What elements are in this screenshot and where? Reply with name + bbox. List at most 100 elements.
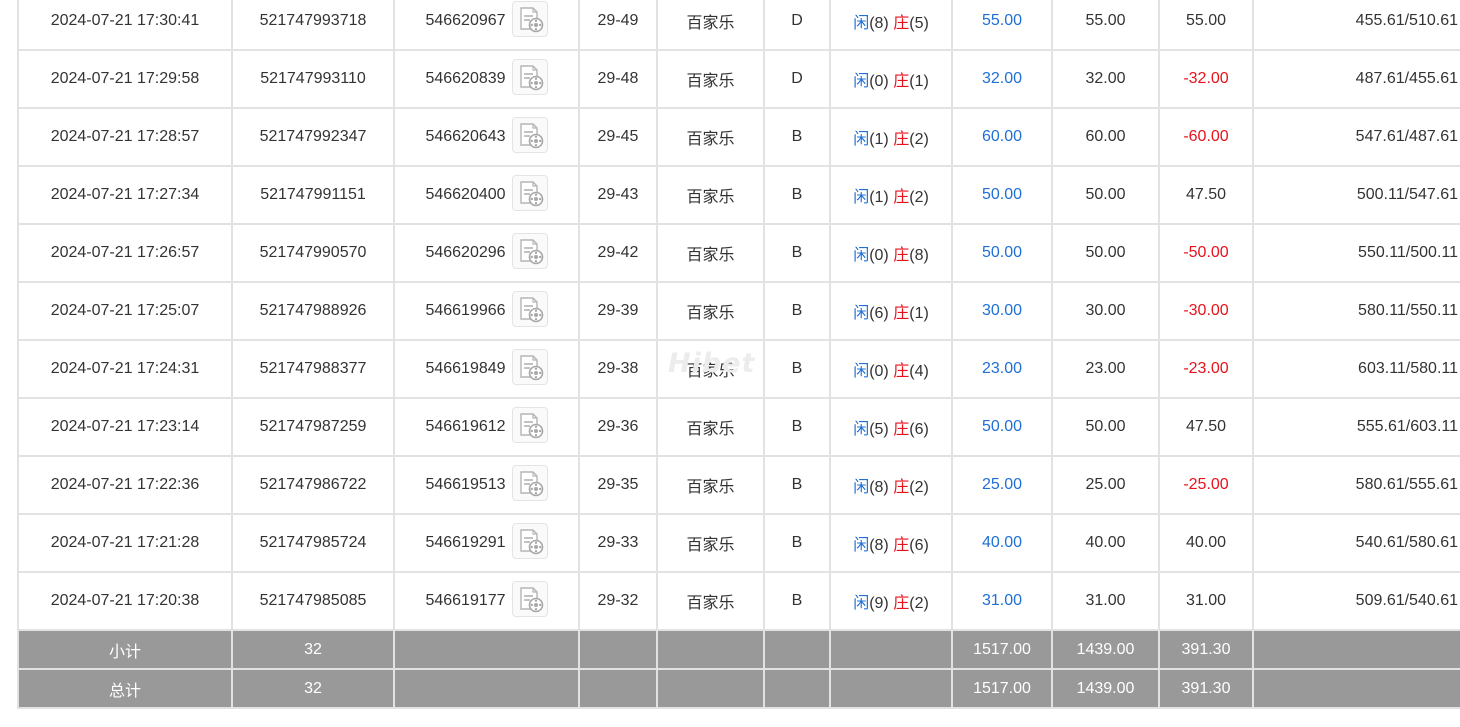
banker-label: 庄 <box>893 15 910 32</box>
bet-amount: 25.00 <box>951 455 1053 515</box>
game-name: 百家乐 <box>656 397 765 457</box>
summary-empty <box>1252 668 1460 709</box>
balance-change: 547.61/487.61 <box>1252 107 1460 167</box>
summary-label: 小计 <box>17 629 233 670</box>
replay-video-icon[interactable] <box>511 117 548 153</box>
banker-score: (6) <box>909 421 929 438</box>
bet-result: B <box>763 165 831 225</box>
replay-video-icon[interactable] <box>511 1 548 37</box>
bet-amount: 60.00 <box>951 107 1053 167</box>
player-label: 闲 <box>853 15 870 32</box>
balance-change: 555.61/603.11 <box>1252 397 1460 457</box>
shoe-number: 29-49 <box>578 0 658 51</box>
replay-video-icon[interactable] <box>511 465 548 501</box>
summary-body: 小计 32 1517.00 1439.00 391.30 总计 32 1517.00 1439.… <box>17 629 1460 709</box>
bet-result: B <box>763 281 831 341</box>
replay-video-icon[interactable] <box>511 59 548 95</box>
bet-time: 2024-07-21 17:29:58 <box>17 49 233 109</box>
player-score: (1) <box>869 189 889 206</box>
balance-change: 455.61/510.61 <box>1252 0 1460 51</box>
player-label: 闲 <box>853 189 870 206</box>
hand-result: 闲(9) 庄(2) <box>829 571 953 631</box>
player-score: (8) <box>869 15 889 32</box>
table-row: 2024-07-21 17:30:41 521747993718 546620967… <box>17 0 1460 51</box>
balance-change: 603.11/580.11 <box>1252 339 1460 399</box>
bet-id: 521747985724 <box>231 513 395 573</box>
round-id: 546619513 <box>425 476 506 494</box>
round-id-cell: 546620967 <box>393 0 580 51</box>
player-score: (9) <box>869 595 889 612</box>
valid-bet: 31.00 <box>1051 571 1160 631</box>
bet-result: B <box>763 513 831 573</box>
replay-video-icon[interactable] <box>511 233 548 269</box>
bet-time: 2024-07-21 17:22:36 <box>17 455 233 515</box>
bet-id: 521747993718 <box>231 0 395 51</box>
replay-video-icon[interactable] <box>511 349 548 385</box>
banker-score: (4) <box>909 363 929 380</box>
round-id: 546619177 <box>425 592 506 610</box>
table-row: 2024-07-21 17:20:38 521747985085 546619177… <box>17 571 1460 631</box>
game-name: 百家乐 <box>656 455 765 515</box>
shoe-number: 29-38 <box>578 339 658 399</box>
win-loss: 55.00 <box>1158 0 1254 51</box>
bet-result: B <box>763 223 831 283</box>
summary-empty <box>829 668 953 709</box>
game-name: 百家乐 <box>656 513 765 573</box>
shoe-number: 29-42 <box>578 223 658 283</box>
player-label: 闲 <box>853 595 870 612</box>
table-row: 2024-07-21 17:24:31 521747988377 546619849… <box>17 339 1460 399</box>
bet-amount: 32.00 <box>951 49 1053 109</box>
win-loss: 40.00 <box>1158 513 1254 573</box>
bet-records-body: 2024-07-21 17:30:41 521747993718 546620967… <box>17 0 1460 631</box>
summary-empty <box>763 668 831 709</box>
hand-result: 闲(8) 庄(2) <box>829 455 953 515</box>
hand-result: 闲(1) 庄(2) <box>829 165 953 225</box>
replay-video-icon[interactable] <box>511 175 548 211</box>
summary-bet-amount: 1517.00 <box>951 629 1053 670</box>
round-id: 546619849 <box>425 360 506 378</box>
bet-records-table: 2024-07-21 17:30:41 521747993718 546620967… <box>17 0 1460 709</box>
bet-result: B <box>763 339 831 399</box>
hand-result: 闲(0) 庄(1) <box>829 49 953 109</box>
hand-result: 闲(0) 庄(8) <box>829 223 953 283</box>
banker-label: 庄 <box>893 131 910 148</box>
summary-count: 32 <box>231 629 395 670</box>
valid-bet: 30.00 <box>1051 281 1160 341</box>
player-score: (6) <box>869 305 889 322</box>
balance-change: 509.61/540.61 <box>1252 571 1460 631</box>
summary-empty <box>393 668 580 709</box>
bet-result: D <box>763 0 831 51</box>
round-id-cell: 546619513 <box>393 455 580 515</box>
bet-amount: 23.00 <box>951 339 1053 399</box>
bet-result: B <box>763 397 831 457</box>
round-id: 546619966 <box>425 302 506 320</box>
bet-id: 521747990570 <box>231 223 395 283</box>
summary-win-loss: 391.30 <box>1158 668 1254 709</box>
summary-empty <box>393 629 580 670</box>
player-score: (1) <box>869 131 889 148</box>
bet-time: 2024-07-21 17:20:38 <box>17 571 233 631</box>
valid-bet: 50.00 <box>1051 223 1160 283</box>
player-label: 闲 <box>853 305 870 322</box>
replay-video-icon[interactable] <box>511 581 548 617</box>
player-score: (8) <box>869 537 889 554</box>
game-name: 百家乐 <box>656 107 765 167</box>
replay-video-icon[interactable] <box>511 407 548 443</box>
balance-change: 487.61/455.61 <box>1252 49 1460 109</box>
replay-video-icon[interactable] <box>511 291 548 327</box>
summary-label: 总计 <box>17 668 233 709</box>
banker-label: 庄 <box>893 363 910 380</box>
table-row: 2024-07-21 17:23:14 521747987259 546619612… <box>17 397 1460 457</box>
bet-amount: 55.00 <box>951 0 1053 51</box>
replay-video-icon[interactable] <box>511 523 548 559</box>
round-id: 546619612 <box>425 418 506 436</box>
shoe-number: 29-35 <box>578 455 658 515</box>
banker-label: 庄 <box>893 73 910 90</box>
table-row: 2024-07-21 17:26:57 521747990570 546620296… <box>17 223 1460 283</box>
player-score: (0) <box>869 247 889 264</box>
valid-bet: 23.00 <box>1051 339 1160 399</box>
valid-bet: 50.00 <box>1051 165 1160 225</box>
round-id: 546619291 <box>425 534 506 552</box>
banker-label: 庄 <box>893 305 910 322</box>
game-name: 百家乐 <box>656 165 765 225</box>
